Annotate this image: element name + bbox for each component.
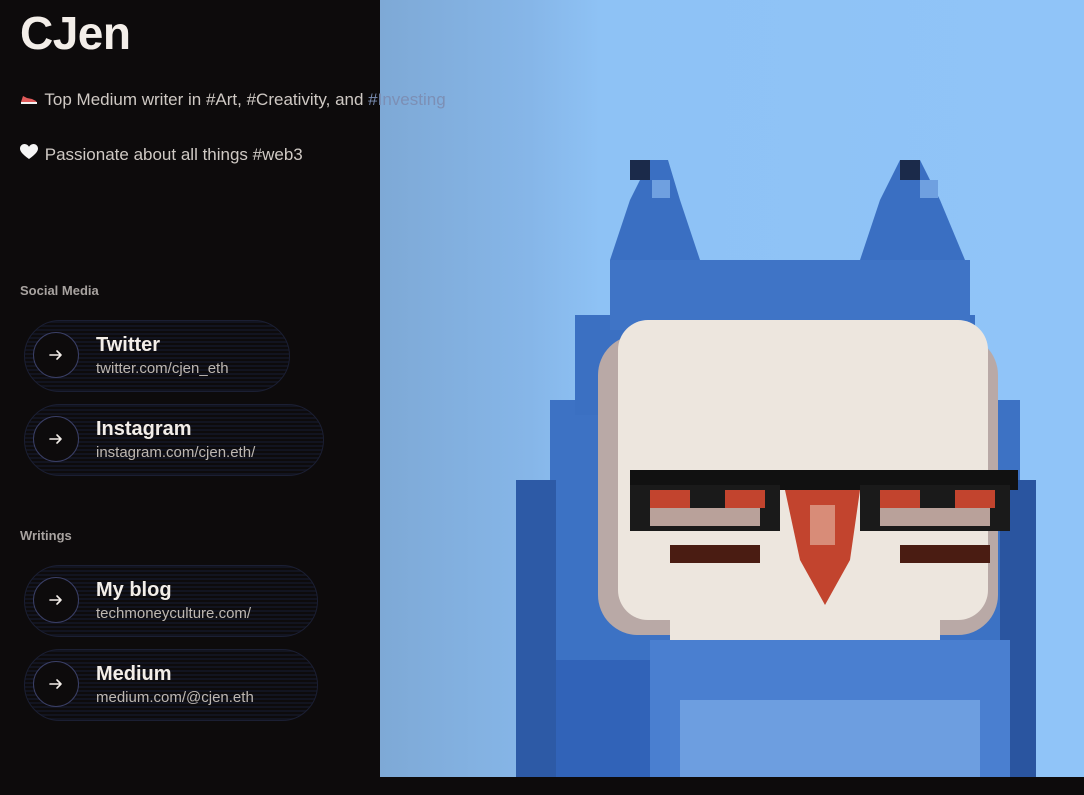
section-title-writings: Writings	[20, 528, 72, 543]
arrow-right-icon	[33, 661, 79, 707]
bio-line-1-tail: #Investing	[368, 90, 446, 109]
link-url: twitter.com/cjen_eth	[96, 360, 229, 377]
bottom-bar	[380, 777, 1084, 795]
profile-name: CJen	[20, 7, 131, 59]
link-title: Instagram	[96, 418, 192, 440]
bio-line-1-text: Top Medium writer in #Art, #Creativity, …	[44, 90, 369, 109]
link-card-instagram[interactable]: Instagram instagram.com/cjen.eth/	[24, 404, 324, 476]
arrow-right-icon	[33, 332, 79, 378]
link-url: techmoneyculture.com/	[96, 605, 252, 622]
arrow-right-icon	[33, 416, 79, 462]
white-heart-icon	[20, 144, 40, 165]
link-url: medium.com/@cjen.eth	[96, 689, 254, 706]
link-card-blog[interactable]: My blog techmoneyculture.com/	[24, 565, 318, 637]
bio-line-2: Passionate about all things #web3	[20, 144, 303, 165]
link-title: Twitter	[96, 334, 161, 356]
shoe-icon	[20, 90, 40, 110]
pixel-owl-avatar	[516, 160, 1036, 777]
link-title: Medium	[96, 663, 172, 685]
bio-line-2-text: Passionate about all things #web3	[44, 145, 303, 164]
left-panel: CJen Top Medium writer in #Art, #Creativ…	[0, 0, 446, 795]
profile-avatar-image	[380, 0, 1084, 777]
link-title: My blog	[96, 579, 172, 601]
link-card-twitter[interactable]: Twitter twitter.com/cjen_eth	[24, 320, 290, 392]
bio-line-1: Top Medium writer in #Art, #Creativity, …	[20, 90, 446, 110]
arrow-right-icon	[33, 577, 79, 623]
link-card-medium[interactable]: Medium medium.com/@cjen.eth	[24, 649, 318, 721]
link-url: instagram.com/cjen.eth/	[96, 444, 256, 461]
section-title-social: Social Media	[20, 283, 99, 298]
